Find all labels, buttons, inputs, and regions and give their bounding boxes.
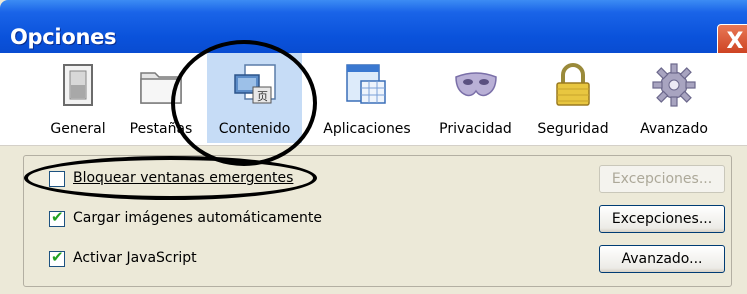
gear-icon: [652, 63, 696, 107]
lock-icon: [556, 63, 590, 106]
tab-seguridad[interactable]: Seguridad: [528, 61, 618, 145]
options-toolbar: General Pestañas 页 Contenido Aplicacione…: [0, 53, 747, 146]
load-images-label[interactable]: Cargar imágenes automáticamente: [73, 210, 322, 226]
tab-general-label: General: [50, 121, 106, 137]
tab-seguridad-label: Seguridad: [537, 121, 609, 137]
popups-exceptions-button[interactable]: Excepciones...: [599, 165, 725, 193]
tab-aplicaciones[interactable]: Aplicaciones: [312, 61, 422, 145]
check-icon: ✔: [51, 208, 64, 226]
tab-aplicaciones-label: Aplicaciones: [323, 121, 411, 137]
switch-icon: [63, 64, 93, 106]
mask-icon: [454, 72, 497, 97]
load-images-checkbox[interactable]: ✔: [49, 208, 65, 227]
tab-avanzado[interactable]: Avanzado: [628, 61, 720, 145]
check-icon: ✔: [51, 248, 64, 266]
window-title: Opciones: [10, 25, 117, 49]
highlight-oval-block-popups: [24, 156, 317, 200]
applications-icon: [346, 64, 386, 104]
tab-privacidad-label: Privacidad: [439, 121, 512, 137]
images-exceptions-button[interactable]: Excepciones...: [599, 205, 725, 233]
tab-privacidad[interactable]: Privacidad: [428, 61, 523, 145]
highlight-oval-contenido: [171, 40, 317, 166]
javascript-label[interactable]: Activar JavaScript: [73, 250, 197, 266]
tab-avanzado-label: Avanzado: [640, 121, 708, 137]
javascript-checkbox[interactable]: ✔: [49, 248, 65, 267]
javascript-advanced-button[interactable]: Avanzado...: [599, 245, 725, 273]
tab-general[interactable]: General: [38, 61, 118, 145]
